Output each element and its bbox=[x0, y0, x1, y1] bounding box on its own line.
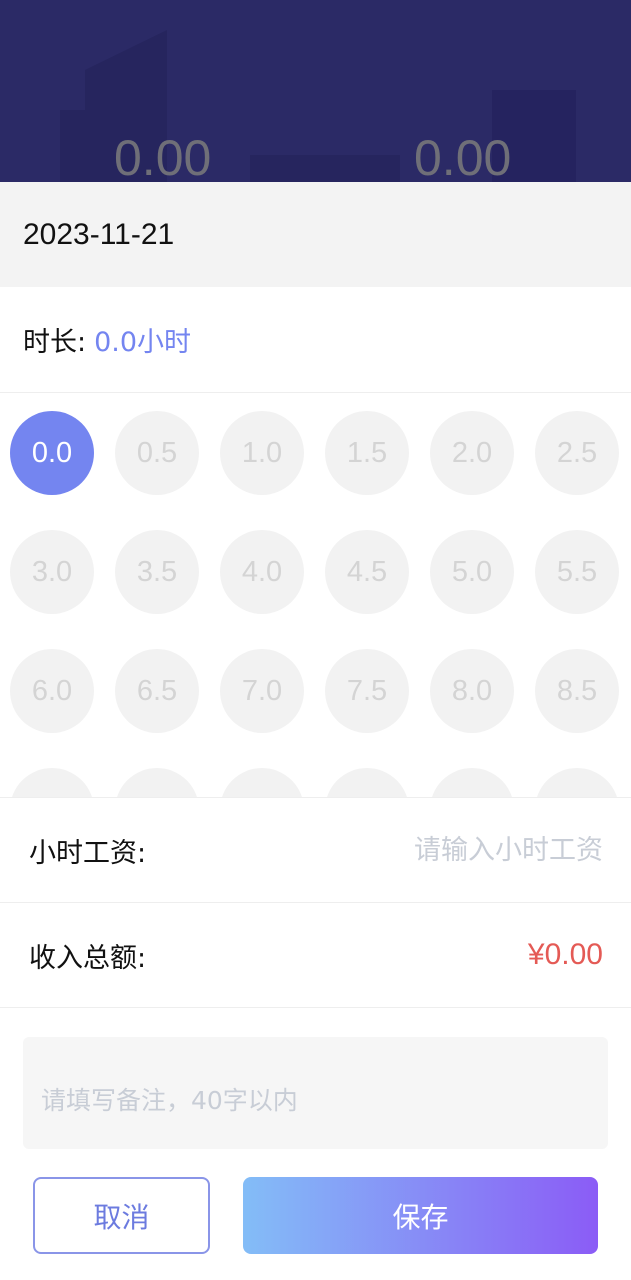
header-right-value: 0.00 bbox=[414, 130, 512, 182]
hour-option[interactable]: 2.5 bbox=[535, 411, 619, 495]
note-box bbox=[23, 1037, 608, 1149]
hour-option[interactable]: 7.5 bbox=[325, 649, 409, 733]
total-income-row: 收入总额: ¥0.00 bbox=[0, 903, 631, 1008]
hour-option[interactable]: 6.0 bbox=[10, 649, 94, 733]
hour-option-partial[interactable] bbox=[115, 768, 199, 797]
hour-option[interactable]: 2.0 bbox=[430, 411, 514, 495]
hour-option[interactable]: 3.5 bbox=[115, 530, 199, 614]
hour-option[interactable]: 7.0 bbox=[220, 649, 304, 733]
hour-option-partial[interactable] bbox=[10, 768, 94, 797]
hour-option[interactable]: 3.0 bbox=[10, 530, 94, 614]
duration-row: 时长: 0.0小时 bbox=[0, 287, 631, 393]
save-button[interactable]: 保存 bbox=[243, 1177, 598, 1254]
hour-option[interactable]: 8.0 bbox=[430, 649, 514, 733]
hour-option[interactable]: 5.0 bbox=[430, 530, 514, 614]
hourly-wage-label: 小时工资: bbox=[29, 837, 147, 869]
hour-option[interactable]: 1.5 bbox=[325, 411, 409, 495]
header-background: 0.00 0.00 bbox=[0, 0, 631, 182]
add-record-sheet: 2023-11-21 时长: 0.0小时 0.0 0.5 1.0 1.5 2.0 2.5 3… bbox=[0, 182, 631, 1280]
hour-option[interactable]: 8.5 bbox=[535, 649, 619, 733]
hour-option[interactable]: 4.5 bbox=[325, 530, 409, 614]
duration-value: 0.0小时 bbox=[94, 327, 192, 358]
duration-label: 时长: bbox=[23, 327, 87, 358]
hour-option[interactable]: 5.5 bbox=[535, 530, 619, 614]
hour-option[interactable]: 1.0 bbox=[220, 411, 304, 495]
total-income-label: 收入总额: bbox=[29, 942, 147, 974]
total-income-value: ¥0.00 bbox=[527, 938, 603, 971]
building-decoration bbox=[250, 155, 400, 182]
hourly-wage-input[interactable] bbox=[323, 834, 603, 866]
cancel-button[interactable]: 取消 bbox=[33, 1177, 210, 1254]
hour-option-partial[interactable] bbox=[325, 768, 409, 797]
date-text: 2023-11-21 bbox=[23, 217, 175, 251]
date-row[interactable]: 2023-11-21 bbox=[0, 182, 631, 287]
header-left-value: 0.00 bbox=[114, 130, 212, 182]
hour-option[interactable]: 4.0 bbox=[220, 530, 304, 614]
hour-option[interactable]: 0.0 bbox=[10, 411, 94, 495]
hour-option-partial[interactable] bbox=[220, 768, 304, 797]
hour-option[interactable]: 6.5 bbox=[115, 649, 199, 733]
hour-option-partial[interactable] bbox=[430, 768, 514, 797]
hour-options-grid: 0.0 0.5 1.0 1.5 2.0 2.5 3.0 3.5 4.0 4.5 5.0 5.5 6.0 6… bbox=[10, 411, 630, 797]
note-input[interactable] bbox=[23, 1037, 608, 1149]
hour-option-partial[interactable] bbox=[535, 768, 619, 797]
hour-options-scroll[interactable]: 0.0 0.5 1.0 1.5 2.0 2.5 3.0 3.5 4.0 4.5 5.0 5.5 6.0 6… bbox=[0, 393, 631, 798]
hourly-wage-row: 小时工资: bbox=[0, 798, 631, 903]
hour-option[interactable]: 0.5 bbox=[115, 411, 199, 495]
